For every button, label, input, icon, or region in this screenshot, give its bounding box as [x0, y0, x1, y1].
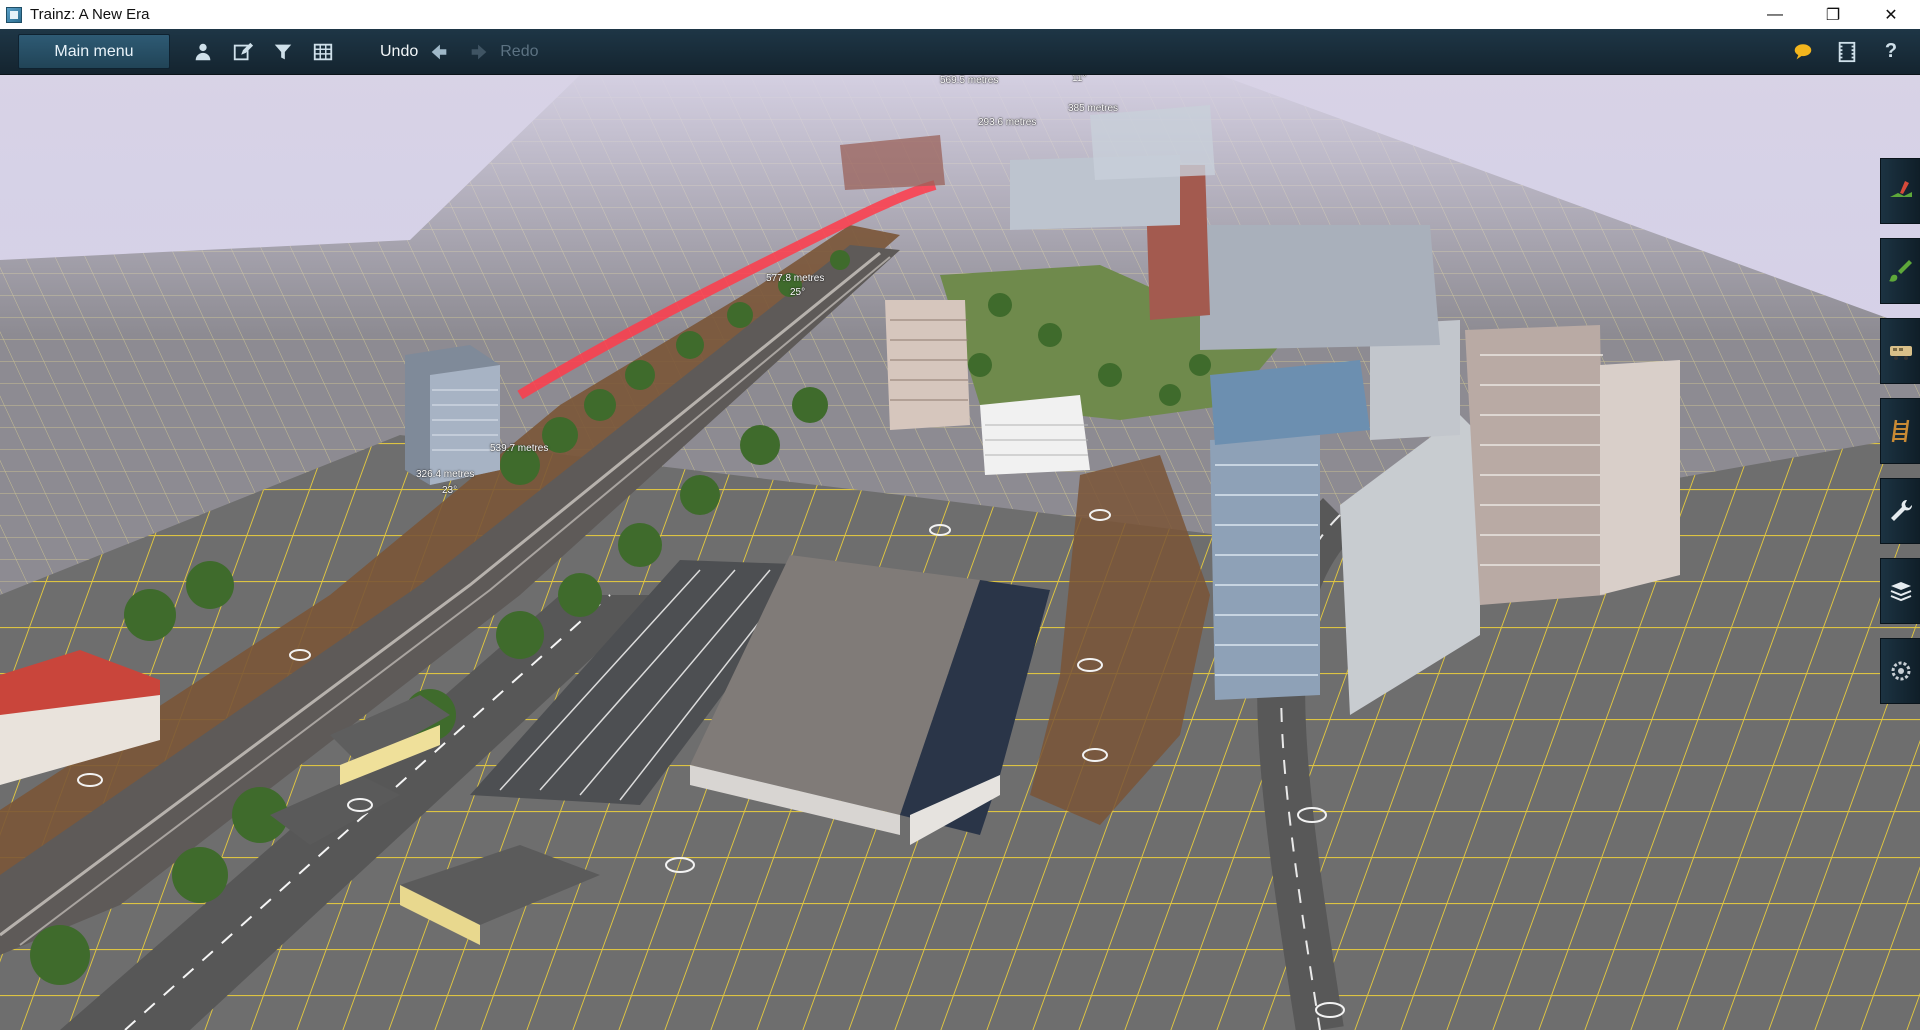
track-measure-label: 569.5 metres [940, 75, 999, 86]
track-measure-label: 385 metres [1068, 103, 1119, 114]
window-controls: — ❐ ✕ [1746, 0, 1920, 29]
track-measure-label: 577.8 metres [766, 273, 825, 284]
hospital-complex [1200, 225, 1440, 350]
redo-button[interactable]: Redo [500, 43, 538, 61]
brick-highrise [1465, 325, 1605, 605]
edit-icon[interactable] [230, 39, 256, 65]
window-titlebar: Trainz: A New Era — ❐ ✕ [0, 0, 1920, 30]
distant-skyline [1090, 105, 1215, 180]
grid-icon[interactable] [310, 39, 336, 65]
route-scene[interactable] [0, 75, 1920, 1030]
close-button[interactable]: ✕ [1862, 0, 1920, 29]
track-tool-tab[interactable] [1880, 398, 1920, 464]
wrench-icon [1890, 499, 1912, 521]
tall-apartment [1600, 360, 1680, 595]
objects-tool-tab[interactable] [1880, 318, 1920, 384]
blue-lowrise-block [1210, 360, 1370, 445]
chat-bubble-icon[interactable] [1790, 39, 1816, 65]
track-ladder-icon [1891, 419, 1909, 443]
terrain-brush-icon [1889, 181, 1912, 197]
toolbar-right-group: ? [1790, 29, 1904, 74]
restore-button[interactable]: ❐ [1804, 0, 1862, 29]
track-angle-label: 11° [1072, 75, 1087, 84]
track-angle-label: 23° [442, 485, 458, 496]
track-measure-label: 293.6 metres [978, 117, 1037, 128]
help-icon[interactable]: ? [1878, 39, 1904, 65]
track-measure-label: 326.4 metres [416, 469, 475, 480]
redo-arrow-icon[interactable] [466, 39, 492, 65]
parking-garage [980, 395, 1090, 475]
editor-3d-viewport[interactable]: 569.5 metres 385 metres 293.6 metres 577… [0, 75, 1920, 1030]
track-angle-label: 25° [790, 287, 806, 298]
app-icon [6, 6, 22, 23]
undo-arrow-icon[interactable] [426, 39, 452, 65]
main-menu-button[interactable]: Main menu [18, 34, 170, 69]
gear-wheel-icon [1891, 661, 1910, 681]
minimize-button[interactable]: — [1746, 0, 1804, 29]
track-measure-label: 539.7 metres [490, 443, 549, 454]
layers-tool-tab[interactable] [1880, 558, 1920, 624]
glass-tower-east [1210, 435, 1320, 700]
undo-button[interactable]: Undo [380, 43, 418, 61]
tool-palette-tabs [1880, 158, 1920, 718]
paint-brush-icon [1888, 260, 1912, 282]
film-icon[interactable] [1834, 39, 1860, 65]
tools-tool-tab[interactable] [1880, 478, 1920, 544]
paint-tool-tab[interactable] [1880, 238, 1920, 304]
train-car-icon [1889, 346, 1912, 360]
filter-icon[interactable] [270, 39, 296, 65]
window-title: Trainz: A New Era [30, 6, 150, 23]
editor-toolbar: Main menu Undo Redo ? [0, 29, 1920, 75]
session-tool-tab[interactable] [1880, 638, 1920, 704]
layers-icon [1890, 582, 1911, 602]
terrain-tool-tab[interactable] [1880, 158, 1920, 224]
person-icon[interactable] [190, 39, 216, 65]
